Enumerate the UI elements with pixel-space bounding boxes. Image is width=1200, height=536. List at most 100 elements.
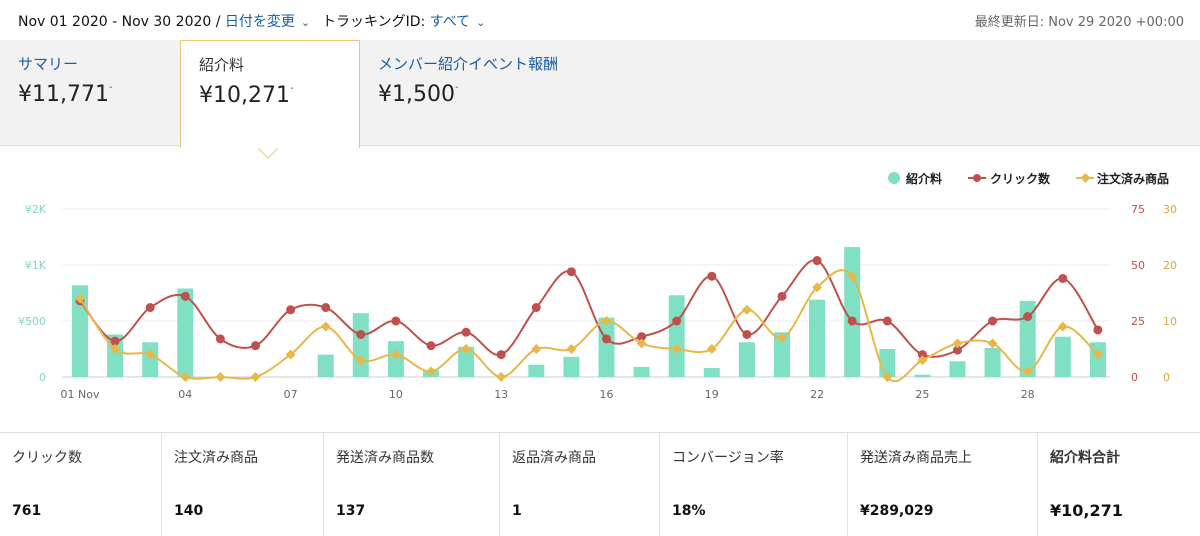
right-axis-orders-tick-label: 20: [1163, 259, 1177, 272]
right-axis-orders-tick-label: 10: [1163, 315, 1177, 328]
bar-referral-fee: [668, 295, 685, 377]
x-tick-label: 10: [389, 388, 403, 401]
point-clicks: [777, 291, 787, 301]
tab-referral-fee[interactable]: 紹介料 ¥10,271-: [180, 40, 360, 159]
x-tick-label: 28: [1021, 388, 1035, 401]
point-orders: [636, 338, 647, 349]
stat-conversion-rate: コンバージョン率 18%: [660, 433, 848, 536]
last-updated: 最終更新日: Nov 29 2020 +00:00: [974, 15, 1184, 30]
x-tick-label: 16: [600, 388, 614, 401]
stat-label: 注文済み商品: [174, 450, 258, 466]
tab-label: サマリー: [18, 55, 79, 73]
bar-referral-fee: [598, 317, 615, 377]
right-axis-clicks-tick-label: 50: [1131, 259, 1145, 272]
point-orders: [250, 372, 261, 382]
series-line-orders: [79, 269, 1099, 383]
earnings-chart: 0 ¥500 ¥1K ¥2K 0 25 50 75 0 10 20 30 01 Nov 04 07 10 13 1…: [0, 147, 1200, 430]
right-axis-orders-tick-label: 0: [1163, 371, 1170, 384]
right-axis-clicks-tick-label: 25: [1131, 315, 1145, 328]
tab-label: メンバー紹介イベント報酬: [378, 55, 559, 73]
point-clicks: [286, 305, 296, 315]
stat-label: 返品済み商品: [512, 450, 596, 466]
earnings-tabs: サマリー ¥11,771- 紹介料 ¥10,271- メンバー紹介イベント報酬 …: [0, 40, 1200, 159]
stat-label: 紹介料合計: [1050, 450, 1120, 466]
bar-referral-fee: [142, 342, 159, 377]
point-clicks: [1093, 325, 1103, 335]
point-clicks: [988, 316, 998, 326]
point-clicks: [602, 334, 611, 344]
point-clicks: [882, 316, 892, 326]
stat-label: コンバージョン率: [672, 450, 784, 466]
stat-clicks: クリック数 761: [0, 433, 162, 536]
point-clicks: [145, 303, 155, 313]
stat-value: 18%: [672, 503, 706, 519]
series-line-clicks: [79, 259, 1099, 358]
stat-ordered-items: 注文済み商品 140: [162, 433, 324, 536]
stat-value: 137: [336, 503, 366, 519]
left-axis-tick-label: ¥500: [18, 315, 46, 328]
x-tick-label: 19: [705, 388, 719, 401]
stat-value: 140: [174, 503, 204, 519]
stat-value: 761: [12, 503, 42, 519]
chevron-down-icon[interactable]: ⌄: [476, 16, 485, 29]
chevron-down-icon[interactable]: ⌄: [301, 16, 310, 29]
tracking-id-selector[interactable]: トラッキングID: すべて ⌄: [322, 11, 485, 31]
point-clicks: [1023, 312, 1033, 322]
x-tick-label: 04: [178, 388, 192, 401]
point-clicks: [812, 256, 822, 266]
tracking-id-label: トラッキングID:: [322, 14, 426, 30]
right-axis-clicks-tick-label: 75: [1131, 203, 1145, 216]
point-clicks: [356, 329, 366, 339]
point-clicks: [847, 316, 857, 326]
point-clicks: [531, 303, 541, 313]
point-orders: [496, 372, 507, 382]
bar-referral-fee: [703, 368, 720, 377]
left-axis-tick-label: ¥2K: [25, 203, 47, 216]
x-tick-label: 22: [810, 388, 824, 401]
right-axis-orders-tick-label: 30: [1163, 203, 1177, 216]
left-axis-tick-label: ¥1K: [25, 259, 47, 272]
bar-referral-fee: [914, 374, 931, 377]
tab-label: 紹介料: [199, 56, 245, 74]
point-clicks: [461, 327, 471, 337]
top-bar: Nov 01 2020 - Nov 30 2020 / 日付を変更 ⌄ トラッキン…: [0, 0, 1200, 40]
stat-label: 発送済み商品売上: [860, 450, 972, 466]
point-orders: [531, 344, 542, 354]
tracking-id-value[interactable]: すべて: [430, 14, 470, 30]
point-orders: [320, 321, 331, 332]
bar-referral-fee: [352, 313, 369, 377]
x-tick-label: 01 Nov: [61, 388, 100, 401]
stat-shipped-items: 発送済み商品数 137: [324, 433, 500, 536]
stat-label: 発送済み商品数: [336, 450, 434, 466]
date-range-text: Nov 01 2020 - Nov 30 2020 /: [18, 14, 221, 30]
point-clicks: [251, 341, 260, 351]
chart-svg: 0 ¥500 ¥1K ¥2K 0 25 50 75 0 10 20 30 01 Nov 04 07 10 13 1…: [18, 171, 1177, 401]
stat-total-referral-fee: 紹介料合計 ¥10,271: [1038, 433, 1200, 536]
bar-referral-fee: [949, 361, 966, 377]
legend-marker-clicks: [973, 174, 981, 182]
stat-value: ¥10,271: [1050, 501, 1123, 520]
stats-bar: クリック数 761 注文済み商品 140 発送済み商品数 137 返品済み商品 …: [0, 432, 1200, 536]
point-clicks: [215, 334, 225, 344]
stat-shipped-revenue: 発送済み商品売上 ¥289,029: [848, 433, 1038, 536]
bar-referral-fee: [317, 354, 334, 377]
x-tick-label: 07: [284, 388, 298, 401]
point-orders: [566, 344, 577, 354]
tab-value: ¥11,771-: [18, 82, 113, 107]
stat-value: 1: [512, 503, 522, 519]
point-clicks: [426, 341, 436, 351]
tab-summary[interactable]: サマリー ¥11,771-: [0, 40, 180, 146]
point-clicks: [566, 267, 576, 277]
tab-member-event-reward[interactable]: メンバー紹介イベント報酬 ¥1,500-: [360, 40, 660, 146]
point-orders: [987, 338, 998, 349]
point-orders: [741, 304, 752, 315]
date-range: Nov 01 2020 - Nov 30 2020 / 日付を変更 ⌄: [18, 11, 310, 31]
change-date-link[interactable]: 日付を変更: [225, 14, 295, 30]
bar-referral-fee: [1054, 336, 1071, 377]
x-tick-label: 13: [494, 388, 508, 401]
x-tick-label: 25: [915, 388, 929, 401]
legend-label-orders: 注文済み商品: [1097, 171, 1169, 186]
stat-label: クリック数: [12, 450, 82, 466]
stat-returned-items: 返品済み商品 1: [500, 433, 660, 536]
tab-value: ¥10,271-: [199, 83, 294, 108]
